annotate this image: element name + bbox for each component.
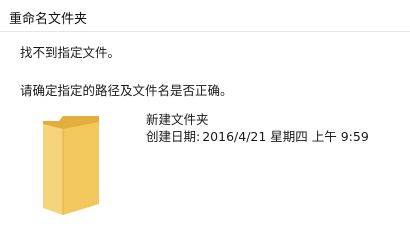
created-date-label: 创建日期: [146, 129, 201, 144]
title-bar[interactable]: 重命名文件夹 [0, 0, 410, 31]
created-date-value: 2016/4/21 星期四 上午 9:59 [202, 129, 369, 144]
rename-folder-error-dialog: 重命名文件夹 找不到指定文件。 请确定指定的路径及文件名是否正确。 新建文件夹 … [0, 0, 410, 241]
title-separator [0, 31, 410, 32]
folder-icon [41, 112, 103, 216]
folder-created-date: 创建日期: 2016/4/21 星期四 上午 9:59 [146, 126, 369, 145]
error-hint: 请确定指定的路径及文件名是否正确。 [20, 83, 233, 98]
window-title: 重命名文件夹 [9, 12, 88, 27]
error-message: 找不到指定文件。 [20, 45, 121, 60]
